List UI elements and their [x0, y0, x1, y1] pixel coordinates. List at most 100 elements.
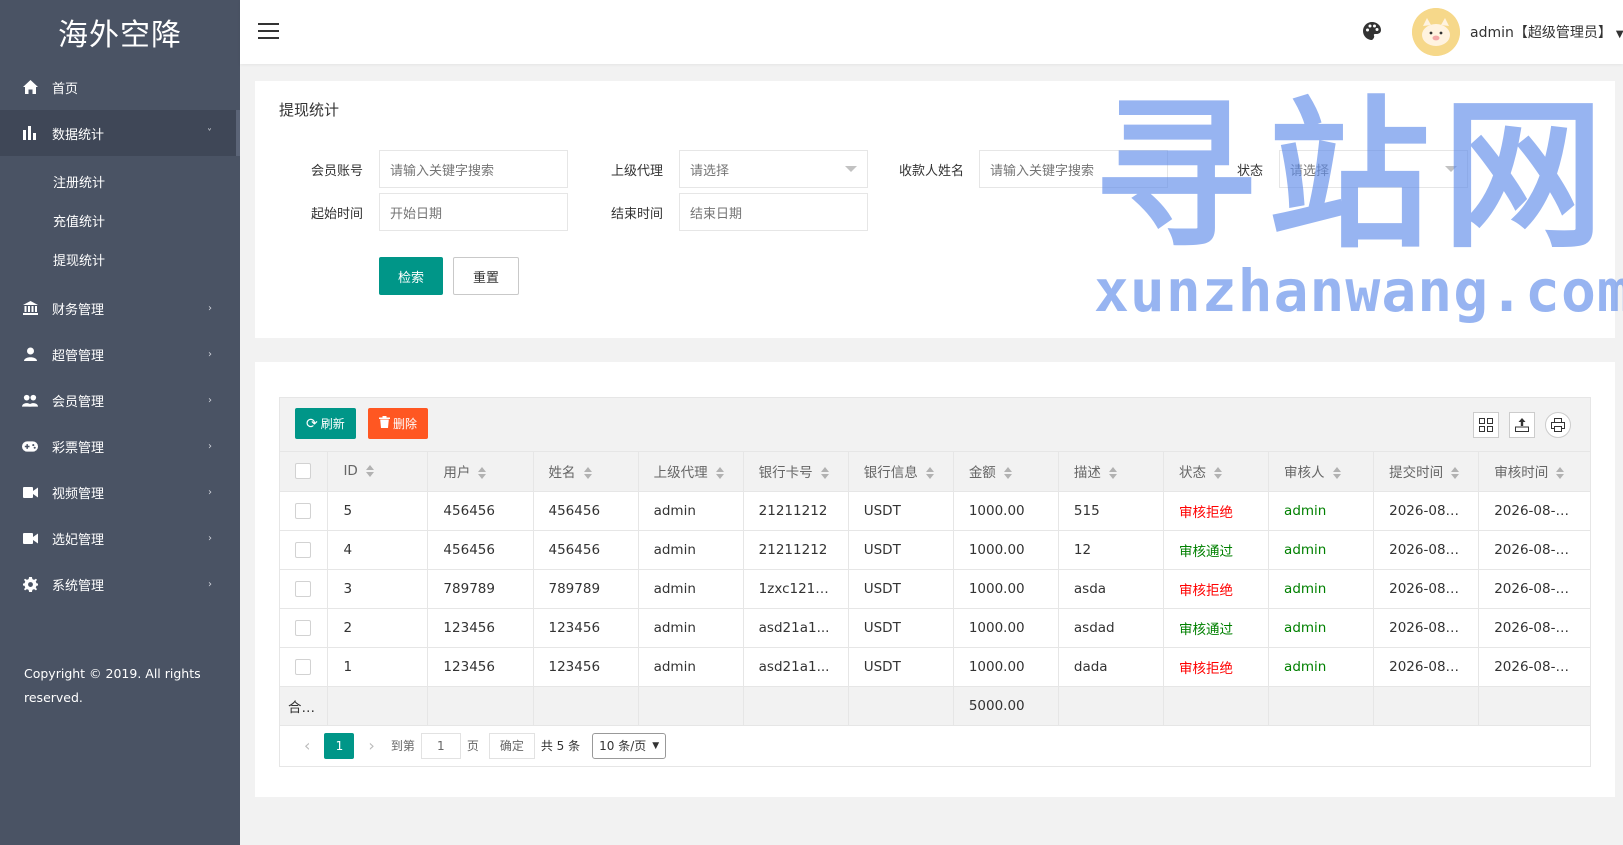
- col-header-name[interactable]: 姓名: [533, 452, 639, 492]
- table-row[interactable]: 4 456456 456456 admin 21211212 USDT 1000.00 12 审…: [280, 530, 1590, 570]
- table-row[interactable]: 3 789789 789789 admin 1zxc1212... USDT 1000.00…: [280, 569, 1590, 609]
- checkbox[interactable]: [295, 619, 311, 636]
- next-page-icon[interactable]: ›: [358, 736, 384, 755]
- summary-empty-cell: [1058, 686, 1164, 726]
- user-name: admin【超级管理员】: [1470, 25, 1612, 41]
- row-checkbox-cell[interactable]: [280, 608, 329, 648]
- sort-icon[interactable]: [1332, 467, 1341, 480]
- columns-icon[interactable]: [1473, 412, 1499, 438]
- col-header-amount[interactable]: 金额: [953, 452, 1059, 492]
- account-input[interactable]: 请输入关键字搜索: [379, 150, 568, 188]
- sidebar-subitem-register-stats[interactable]: 注册统计: [0, 162, 240, 201]
- cell-status: 审核通过: [1163, 608, 1270, 648]
- palette-icon[interactable]: [1363, 22, 1383, 42]
- sort-icon[interactable]: [478, 467, 487, 480]
- sidebar-item-super-admin[interactable]: 超管管理 ›: [0, 331, 240, 377]
- chevron-down-icon: ˅: [207, 127, 212, 139]
- sort-icon[interactable]: [1556, 467, 1565, 480]
- checkbox[interactable]: [295, 502, 311, 519]
- col-header-id[interactable]: ID: [327, 452, 429, 492]
- row-checkbox-cell[interactable]: [280, 569, 329, 609]
- col-header-agent[interactable]: 上级代理: [638, 452, 744, 492]
- sort-icon[interactable]: [925, 467, 934, 480]
- sort-icon[interactable]: [1451, 467, 1460, 480]
- trash-icon: [379, 415, 390, 432]
- col-header-bank[interactable]: 银行信息: [848, 452, 954, 492]
- sidebar-subitem-withdraw-stats[interactable]: 提现统计: [0, 240, 240, 279]
- sidebar-item-system[interactable]: 系统管理 ›: [0, 561, 240, 607]
- sidebar-item-finance[interactable]: 财务管理 ›: [0, 285, 240, 331]
- sidebar-item-label: 会员管理: [52, 394, 105, 410]
- checkbox[interactable]: [295, 541, 311, 558]
- withdraw-table: ID 用户 姓名 上级代理 银行卡号 银行信息 金额 描述 状态 审核人 提交时…: [279, 451, 1591, 767]
- delete-button[interactable]: 删除: [368, 408, 429, 439]
- sidebar-item-concubine[interactable]: 选妃管理 ›: [0, 515, 240, 561]
- agent-select-value: 请选择: [690, 163, 730, 179]
- sort-icon[interactable]: [1003, 467, 1012, 480]
- table-row[interactable]: 2 123456 123456 admin asd21a1... USDT 1000.00 a…: [280, 608, 1590, 648]
- chevron-right-icon: ›: [208, 578, 212, 590]
- page-title: 提现统计: [279, 101, 340, 119]
- summary-amount: 5000.00: [953, 686, 1059, 726]
- cell-card: asd21a1...: [743, 608, 849, 648]
- cell-submit-time: 2026-08-...: [1373, 491, 1480, 531]
- goto-confirm-button[interactable]: 确定: [488, 732, 535, 759]
- export-icon[interactable]: [1509, 412, 1535, 438]
- agent-select[interactable]: 请选择: [679, 150, 868, 188]
- sidebar-item-home[interactable]: 首页: [0, 64, 240, 110]
- row-checkbox-cell[interactable]: [280, 491, 329, 531]
- checkbox[interactable]: [295, 580, 311, 597]
- menu-toggle-icon[interactable]: [258, 23, 279, 41]
- prev-page-icon[interactable]: ‹: [294, 736, 320, 755]
- home-icon: [22, 79, 38, 95]
- cell-bank: USDT: [848, 647, 954, 687]
- sort-icon[interactable]: [583, 467, 592, 480]
- checkbox[interactable]: [295, 463, 311, 480]
- col-header-auditor[interactable]: 审核人: [1268, 452, 1375, 492]
- submenu-data-stats: 注册统计 充值统计 提现统计: [0, 156, 240, 285]
- table-row[interactable]: 1 123456 123456 admin asd21a1... USDT 1000.00 d…: [280, 647, 1590, 687]
- sidebar-item-label: 数据统计: [52, 127, 105, 143]
- chevron-right-icon: ›: [208, 440, 212, 452]
- search-button[interactable]: 检索: [379, 257, 443, 295]
- cell-audit-time: 2026-08-0...: [1478, 569, 1590, 609]
- sidebar-subitem-recharge-stats[interactable]: 充值统计: [0, 201, 240, 240]
- sort-icon[interactable]: [1213, 467, 1222, 480]
- col-header-card[interactable]: 银行卡号: [743, 452, 849, 492]
- sort-icon[interactable]: [820, 467, 829, 480]
- table-row[interactable]: 5 456456 456456 admin 21211212 USDT 1000.00 515…: [280, 491, 1590, 531]
- end-date-input[interactable]: 结束日期: [679, 193, 868, 231]
- sidebar-item-data-stats[interactable]: 数据统计 ˅: [0, 110, 240, 156]
- checkbox[interactable]: [295, 658, 311, 675]
- refresh-button[interactable]: ⟳ 刷新: [295, 408, 356, 439]
- row-checkbox-cell[interactable]: [280, 647, 329, 687]
- bank-icon: [22, 300, 38, 316]
- cell-id: 4: [327, 530, 429, 570]
- start-date-input[interactable]: 开始日期: [379, 193, 568, 231]
- sort-icon[interactable]: [715, 467, 724, 480]
- sidebar-item-video[interactable]: 视频管理 ›: [0, 469, 240, 515]
- row-checkbox-cell[interactable]: [280, 530, 329, 570]
- col-header-user[interactable]: 用户: [427, 452, 534, 492]
- agent-label: 上级代理: [610, 164, 663, 179]
- cell-user: 123456: [427, 647, 534, 687]
- col-header-desc[interactable]: 描述: [1058, 452, 1164, 492]
- avatar[interactable]: [1412, 8, 1460, 56]
- goto-label: 到第: [390, 739, 415, 753]
- sidebar-item-members[interactable]: 会员管理 ›: [0, 377, 240, 423]
- sort-icon[interactable]: [1108, 467, 1117, 480]
- sort-icon[interactable]: [365, 465, 374, 478]
- page-size-select[interactable]: 10 条/页 ▼: [592, 732, 667, 759]
- col-header-audit-time[interactable]: 审核时间: [1478, 452, 1590, 492]
- user-menu[interactable]: admin【超级管理员】 ▼: [1470, 22, 1623, 42]
- current-page[interactable]: 1: [324, 732, 355, 759]
- print-icon[interactable]: [1545, 412, 1571, 438]
- col-header-submit-time[interactable]: 提交时间: [1373, 452, 1480, 492]
- cell-card: asd21a1...: [743, 647, 849, 687]
- chevron-right-icon: ›: [208, 302, 212, 314]
- select-all-checkbox-cell[interactable]: [280, 452, 329, 492]
- reset-button[interactable]: 重置: [453, 257, 519, 295]
- goto-page-input[interactable]: 1: [420, 732, 461, 759]
- sidebar-item-lottery[interactable]: 彩票管理 ›: [0, 423, 240, 469]
- col-header-status[interactable]: 状态: [1163, 452, 1270, 492]
